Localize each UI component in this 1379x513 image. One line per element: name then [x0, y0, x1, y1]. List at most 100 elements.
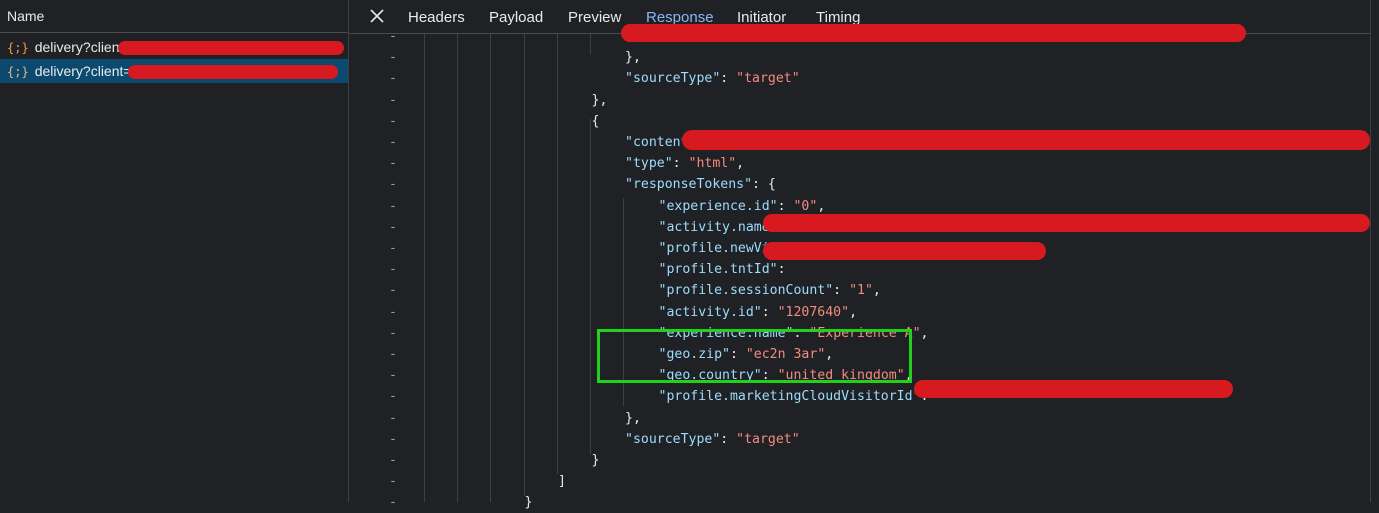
- redaction-mark: [682, 130, 1370, 150]
- code-text: {: [592, 111, 600, 132]
- fold-marker[interactable]: -: [389, 492, 397, 513]
- code-line: -{: [349, 111, 1370, 132]
- fold-marker[interactable]: -: [389, 196, 397, 217]
- json-string: "html": [688, 156, 737, 172]
- close-icon[interactable]: [367, 6, 387, 26]
- json-key: "sourceType": [625, 71, 721, 87]
- code-text: },: [625, 47, 641, 68]
- fold-marker[interactable]: -: [389, 174, 397, 195]
- code-line: - "sourceType": "target": [349, 68, 1370, 89]
- code-line: -]: [349, 471, 1370, 492]
- redaction-mark: [914, 380, 1233, 398]
- fold-marker[interactable]: -: [389, 238, 397, 259]
- request-name: delivery?client=: [34, 63, 132, 79]
- fold-marker[interactable]: -: [389, 450, 397, 471]
- json-punctuation: ,: [736, 156, 745, 172]
- redaction-mark: [621, 24, 1246, 42]
- redaction-mark: [128, 65, 338, 79]
- json-key: "profile.sessionCount": [658, 283, 834, 299]
- name-column-header[interactable]: Name: [0, 0, 348, 33]
- fold-marker[interactable]: -: [389, 365, 397, 386]
- json-key: "activity.name": [658, 219, 778, 235]
- fold-marker[interactable]: -: [389, 280, 397, 301]
- fold-marker[interactable]: -: [389, 323, 397, 344]
- fold-marker[interactable]: -: [389, 111, 397, 132]
- json-file-icon: {;}: [7, 41, 29, 55]
- json-punctuation: :: [720, 431, 737, 447]
- fold-marker[interactable]: -: [389, 259, 397, 280]
- json-key: "experience.id": [658, 198, 778, 214]
- code-line: -},: [349, 47, 1370, 68]
- indent-guide: [490, 34, 491, 502]
- code-line: - "profile.sessionCount": "1",: [349, 280, 1370, 301]
- indent-guide: [524, 34, 525, 496]
- request-row[interactable]: {;} delivery?client=: [0, 59, 348, 83]
- code-line: -},: [349, 90, 1370, 111]
- redaction-mark: [763, 242, 1046, 260]
- json-key: "profile.tntId": [658, 262, 778, 278]
- fold-marker[interactable]: -: [389, 47, 397, 68]
- code-text: "sourceType": "target": [625, 68, 800, 89]
- json-punctuation: ,: [920, 325, 929, 341]
- json-string: "target": [736, 71, 800, 87]
- json-punctuation: ,: [817, 198, 826, 214]
- fold-marker[interactable]: -: [389, 471, 397, 492]
- code-line: -}: [349, 450, 1370, 471]
- json-punctuation: :: [833, 283, 850, 299]
- fold-marker[interactable]: -: [389, 132, 397, 153]
- request-row[interactable]: {;} delivery?client=: [0, 35, 348, 59]
- json-punctuation: },: [591, 92, 608, 108]
- code-text: "profile.tntId":: [659, 259, 786, 280]
- code-line: - "profile.tntId":: [349, 259, 1370, 280]
- fold-marker[interactable]: -: [389, 386, 397, 407]
- json-key: "profile.marketingCloudVisitorId": [658, 389, 921, 405]
- code-text: "sourceType": "target": [625, 429, 800, 450]
- json-punctuation: ,: [872, 283, 881, 299]
- code-text: "activity.id": "1207640",: [659, 302, 858, 323]
- json-key: "activity.id": [658, 304, 762, 320]
- fold-marker[interactable]: -: [389, 217, 397, 238]
- fold-marker[interactable]: -: [389, 408, 397, 429]
- scrollbar-track[interactable]: [1370, 0, 1379, 502]
- fold-marker[interactable]: -: [389, 90, 397, 111]
- fold-marker[interactable]: -: [389, 68, 397, 89]
- json-punctuation: ]: [558, 474, 566, 490]
- json-string: "1": [849, 283, 873, 299]
- indent-guide: [590, 34, 591, 54]
- code-text: },: [625, 408, 641, 429]
- code-text: "responseTokens": {: [625, 174, 776, 195]
- indent-guide: [424, 34, 425, 502]
- code-text: "profile.sessionCount": "1",: [659, 280, 881, 301]
- code-line: - "responseTokens": {: [349, 174, 1370, 195]
- redaction-mark: [118, 41, 344, 55]
- indent-guide: [457, 34, 458, 502]
- fold-marker[interactable]: -: [389, 153, 397, 174]
- indent-guide: [590, 119, 591, 454]
- fold-marker[interactable]: -: [389, 302, 397, 323]
- response-panel: Headers Payload Preview Response Initiator Ti…: [349, 0, 1379, 510]
- json-punctuation: },: [625, 410, 641, 426]
- json-punctuation: {: [591, 113, 600, 129]
- request-list: {;} delivery?client= {;} delivery?client=: [0, 35, 348, 83]
- code-line: - "sourceType": "target": [349, 429, 1370, 450]
- fold-marker[interactable]: -: [389, 26, 397, 47]
- json-string: "target": [736, 431, 800, 447]
- code-text: ]: [558, 471, 566, 492]
- json-punctuation: :: [672, 156, 689, 172]
- json-key: "type": [625, 156, 673, 172]
- redaction-mark: [763, 214, 1370, 232]
- code-text: }: [525, 492, 533, 513]
- code-text: "profile.marketingCloudVisitorId":: [659, 386, 929, 407]
- json-key: "responseTokens": [625, 177, 753, 193]
- response-body[interactable]: - -}, - "sourceType": "target" -}, -{- "conten…: [349, 29, 1370, 510]
- fold-marker[interactable]: -: [389, 429, 397, 450]
- json-punctuation: }: [591, 453, 600, 468]
- code-line: -}: [349, 492, 1370, 513]
- json-string: "1207640": [777, 304, 850, 320]
- json-punctuation: },: [625, 50, 641, 66]
- code-line: -},: [349, 408, 1370, 429]
- code-line: - "type": "html",: [349, 153, 1370, 174]
- fold-marker[interactable]: -: [389, 344, 397, 365]
- code-line: - "activity.id": "1207640",: [349, 302, 1370, 323]
- json-punctuation: :: [720, 71, 737, 87]
